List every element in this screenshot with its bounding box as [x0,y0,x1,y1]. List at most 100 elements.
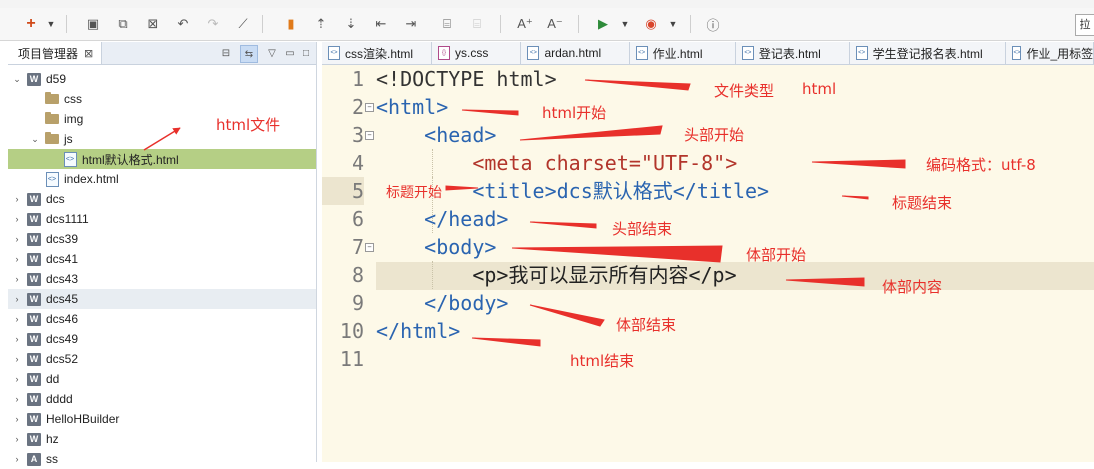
tree-item[interactable]: › Wdcs [8,189,316,209]
doctype-text: <!DOCTYPE html> [376,67,557,91]
tree-item[interactable]: › Ass [8,449,316,469]
format-icon[interactable]: ⟋ [232,13,254,35]
tree-item-label: dcs46 [46,312,79,326]
new-dropdown-icon[interactable]: ▼ [46,13,56,35]
editor-tab[interactable]: <> ardan.html [521,42,630,64]
expand-right-icon[interactable]: › [12,234,22,244]
browser-icon[interactable]: ◉ [640,13,662,35]
line-number: 1 [351,67,364,91]
fold-toggle-icon[interactable]: − [365,103,374,112]
code-line-9: </body> [376,289,508,317]
tree-item[interactable]: › Wdddd [8,389,316,409]
tree-item[interactable]: › Wdcs49 [8,329,316,349]
web-project-icon: W [26,391,42,407]
code-line-2: <html> [376,93,448,121]
editor-tab-bar: <> css渲染.html {} ys.css <> ardan.html <> 作业.htm… [322,42,1094,65]
undo-icon[interactable]: ↶ [172,13,194,35]
line-number: 6 [351,207,364,231]
tree-item[interactable]: › Wdcs1111 [8,209,316,229]
tree-item-label: dcs45 [46,292,79,306]
editor-tab[interactable]: <> 学生登记报名表.html [849,42,1007,64]
run-dropdown-icon[interactable]: ▼ [620,13,630,35]
view-menu-icon[interactable]: ▽ [264,45,280,61]
tree-item[interactable]: › Whz [8,429,316,449]
expand-right-icon[interactable]: › [12,394,22,404]
editor-tab[interactable]: <> 作业.html [629,42,736,64]
run-icon[interactable]: ▶ [592,13,614,35]
tab-project-explorer[interactable]: 项目管理器 ⊠ [8,42,103,64]
browser-dropdown-icon[interactable]: ▼ [668,13,678,35]
editor-tab-label: 作业.html [652,46,703,61]
insert-above-icon[interactable]: ⇡ [310,13,332,35]
folder-icon [44,91,60,107]
html-file-icon: <> [741,46,754,60]
editor-tab[interactable]: {} ys.css [432,42,522,64]
editor-tab-label: 学生登记报名表.html [872,46,983,61]
indent-right-icon[interactable]: ⇥ [400,13,422,35]
font-decrease-icon[interactable]: A⁻ [544,13,566,35]
tree-item[interactable]: css [8,89,316,109]
expand-right-icon[interactable]: › [12,374,22,384]
code-line-7: <body> [376,233,496,261]
tree-item[interactable]: › Wdcs45 [8,289,316,309]
maximize-icon[interactable]: □ [298,45,314,61]
close-icon[interactable]: ⊠ [84,47,93,60]
editor-tab[interactable]: <> css渲染.html [322,42,433,64]
body-close-tag: </body> [376,291,509,315]
tree-item[interactable]: › Wdcs43 [8,269,316,289]
expand-right-icon[interactable]: › [12,314,22,324]
expand-right-icon[interactable]: › [12,254,22,264]
editor-tab[interactable]: <> 作业_用标签 [1006,42,1094,64]
tree-item-label: img [64,112,84,126]
tree-item[interactable]: › Wdcs46 [8,309,316,329]
tree-item-label: html默认格式.html [82,152,179,167]
expand-right-icon[interactable]: › [12,334,22,344]
bookmark-icon[interactable]: ▮ [280,13,302,35]
new-icon[interactable]: + [20,13,42,35]
expand-right-icon[interactable]: › [12,414,22,424]
expand-right-icon[interactable]: › [12,194,22,204]
tree-item[interactable]: › Wdcs39 [8,229,316,249]
close-file-icon[interactable]: ⊠ [142,13,164,35]
expand-right-icon[interactable]: › [12,274,22,284]
editor-tab-label: 作业_用标签 [1026,46,1094,61]
tree-item[interactable]: <> html默认格式.html [8,149,316,169]
tree-item-label: HelloHBuilder [46,412,120,426]
tree-item[interactable]: › Wdcs41 [8,249,316,269]
link-editor-icon[interactable]: ⇆ [240,45,258,63]
expand-down-icon[interactable]: ⌄ [30,134,40,145]
expand-down-icon[interactable]: ⌄ [12,74,22,85]
tree-item-label: dcs39 [46,232,79,246]
comment-icon[interactable]: ⌸ [436,13,458,35]
tree-item[interactable]: › Wdd [8,369,316,389]
toolbar: + ▼ ▣ ⧉ ⊠ ↶ ↷ ⟋ ▮ ⇡ ⇣ ⇤ ⇥ ⌸ ⌸ A⁺ A⁻ ▶ ▼ … [0,8,1094,41]
project-explorer-header: 项目管理器 ⊠ ⊟ ⇆ ▽ ▭ □ [8,42,316,65]
expand-right-icon[interactable]: › [12,294,22,304]
fold-toggle-icon[interactable]: − [365,131,374,140]
search-box[interactable]: 拉 [1075,14,1094,36]
expand-right-icon[interactable]: › [12,434,22,444]
font-increase-icon[interactable]: A⁺ [514,13,536,35]
folder-icon [44,111,60,127]
expand-right-icon[interactable]: › [12,214,22,224]
save-all-icon[interactable]: ⧉ [112,13,134,35]
expand-right-icon[interactable]: › [12,354,22,364]
annotation-html-end: html结束 [570,352,635,370]
minimize-icon[interactable]: ▭ [282,45,298,61]
save-icon[interactable]: ▣ [82,13,104,35]
tree-item[interactable]: › Wdcs52 [8,349,316,369]
collapse-all-icon[interactable]: ⊟ [218,45,234,61]
tree-item[interactable]: <> index.html [8,169,316,189]
fold-toggle-icon[interactable]: − [365,243,374,252]
tree-item[interactable]: ⌄ Wd59 [8,69,316,89]
tree-item-label: dcs52 [46,352,79,366]
expand-right-icon[interactable]: › [12,454,22,464]
editor-tab[interactable]: <> 登记表.html [735,42,850,64]
uncomment-icon[interactable]: ⌸ [466,13,488,35]
redo-icon[interactable]: ↷ [202,13,224,35]
info-icon[interactable]: ⓘ [702,13,724,35]
tree-item[interactable]: › W HelloHBuilder [8,409,316,429]
line-number: 4 [351,151,364,175]
indent-left-icon[interactable]: ⇤ [370,13,392,35]
insert-below-icon[interactable]: ⇣ [340,13,362,35]
